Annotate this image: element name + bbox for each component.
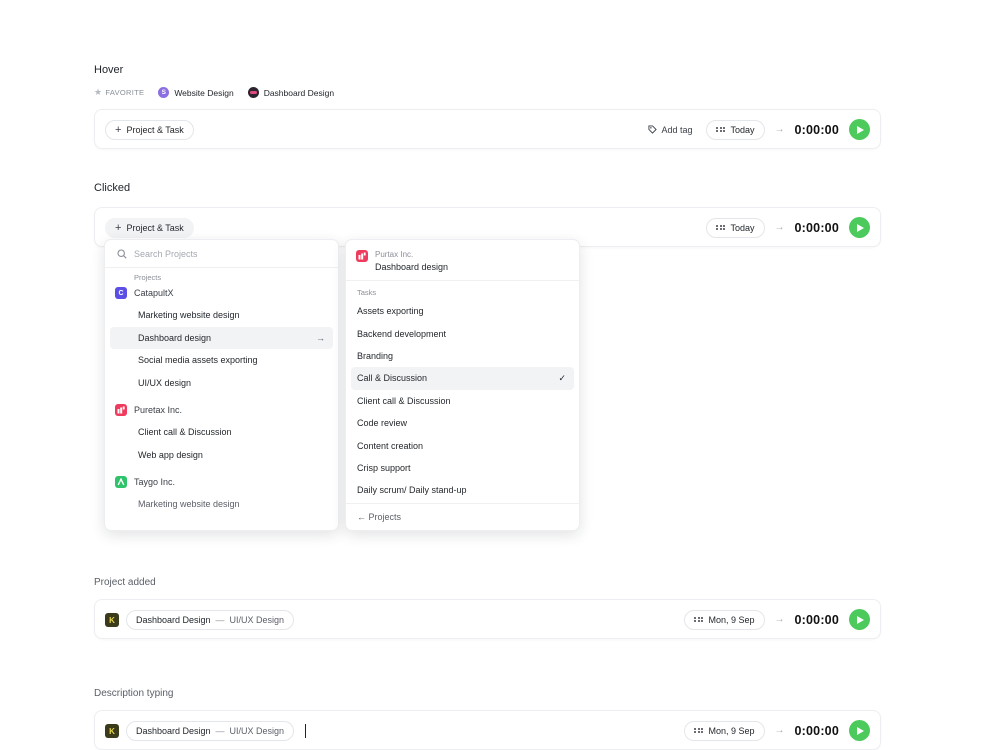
project-item[interactable]: Marketing website design xyxy=(110,493,333,516)
description-input-caret[interactable] xyxy=(305,724,307,738)
grid-dots-icon xyxy=(716,224,726,231)
task-item[interactable]: Assets exporting xyxy=(351,300,574,322)
grid-dots-icon xyxy=(694,727,704,734)
project-item[interactable]: UI/UX design xyxy=(110,372,333,395)
puretax-logo-icon xyxy=(115,404,127,416)
date-picker-button[interactable]: Today xyxy=(706,217,765,238)
star-icon: ★ xyxy=(94,87,103,97)
section-title-clicked: Clicked xyxy=(94,182,131,194)
project-chip[interactable]: Dashboard Design — UI/UX Design xyxy=(126,721,295,741)
task-item[interactable]: Branding xyxy=(351,345,574,367)
tasks-org-name: Purtax Inc. xyxy=(375,250,414,259)
timer-display: 0:00:00 xyxy=(794,723,839,738)
org-catapultx: C CatapultX xyxy=(105,282,338,304)
project-item-active[interactable]: Dashboard design → xyxy=(110,326,333,349)
tasks-dropdown: Purtax Inc. Dashboard design Tasks Asset… xyxy=(345,239,580,531)
arrow-right-icon: → xyxy=(774,614,785,625)
section-title-project-added: Project added xyxy=(94,577,156,588)
arrow-right-icon: → xyxy=(774,222,785,233)
tasks-dropdown-header: Purtax Inc. Dashboard design xyxy=(346,240,579,281)
play-button[interactable] xyxy=(849,720,870,741)
task-item[interactable]: Crisp support xyxy=(351,457,574,479)
project-badge-icon: K xyxy=(105,724,119,738)
puretax-logo-icon xyxy=(356,250,368,262)
project-item[interactable]: Web app design xyxy=(110,444,333,467)
timer-bar-hover: + Project & Task Add tag Today → 0:00:00 xyxy=(94,109,881,149)
play-button[interactable] xyxy=(849,609,870,630)
add-project-task-button[interactable]: + Project & Task xyxy=(105,218,194,238)
date-picker-button[interactable]: Mon, 9 Sep xyxy=(684,720,765,741)
favorites-bar: ★ FAVORITE S Website Design Dashboard De… xyxy=(94,87,334,98)
task-item[interactable]: Content creation xyxy=(351,434,574,456)
section-title-hover: Hover xyxy=(94,64,124,76)
back-to-projects-button[interactable]: ← Projects xyxy=(346,503,579,530)
play-button[interactable] xyxy=(849,119,870,140)
date-picker-button[interactable]: Mon, 9 Sep xyxy=(684,609,765,630)
task-item-selected[interactable]: Call & Discussion ✓ xyxy=(351,367,574,390)
search-projects[interactable]: Search Projects xyxy=(105,240,338,268)
grid-dots-icon xyxy=(694,616,704,623)
project-chip[interactable]: Dashboard Design — UI/UX Design xyxy=(126,610,295,630)
add-tag-button[interactable]: Add tag xyxy=(648,125,692,135)
arrow-right-icon: → xyxy=(316,332,325,343)
favorite-dashboard-design[interactable]: Dashboard Design xyxy=(247,87,334,98)
project-item[interactable]: Social media assets exporting xyxy=(110,349,333,372)
check-icon: ✓ xyxy=(558,372,566,383)
project-avatar-icon: S xyxy=(158,87,170,98)
task-item[interactable]: Code review xyxy=(351,412,574,434)
tasks-project-name: Dashboard design xyxy=(375,262,449,272)
plus-icon: + xyxy=(115,221,122,234)
timer-display: 0:00:00 xyxy=(794,122,839,137)
projects-dropdown: Search Projects Projects C CatapultX Mar… xyxy=(104,239,339,531)
project-item[interactable]: Marketing website design xyxy=(110,304,333,327)
date-picker-button[interactable]: Today xyxy=(706,119,765,140)
timer-display: 0:00:00 xyxy=(794,220,839,235)
favorite-label: ★ FAVORITE xyxy=(94,87,145,97)
project-avatar-icon xyxy=(247,87,259,98)
add-project-task-button[interactable]: + Project & Task xyxy=(105,120,194,140)
task-item[interactable]: Client call & Discussion xyxy=(351,390,574,412)
timer-display: 0:00:00 xyxy=(794,612,839,627)
search-icon xyxy=(117,248,127,259)
org-taygo: Taygo Inc. xyxy=(105,471,338,493)
task-item[interactable]: Backend development xyxy=(351,322,574,344)
search-input[interactable]: Search Projects xyxy=(134,249,198,259)
project-item[interactable]: Client call & Discussion xyxy=(110,421,333,444)
plus-icon: + xyxy=(115,123,122,136)
section-title-description-typing: Description typing xyxy=(94,688,174,699)
tag-icon xyxy=(648,125,658,134)
arrow-right-icon: → xyxy=(774,725,785,736)
timer-bar-description-typing: K Dashboard Design — UI/UX Design Mon, 9… xyxy=(94,710,881,750)
org-avatar-icon: C xyxy=(115,287,127,299)
taygo-logo-icon xyxy=(115,476,127,488)
projects-group-label: Projects xyxy=(134,273,162,282)
grid-dots-icon xyxy=(716,126,726,133)
timer-bar-project-added: K Dashboard Design — UI/UX Design Mon, 9… xyxy=(94,599,881,639)
arrow-right-icon: → xyxy=(774,124,785,135)
org-puretax: Puretax Inc. xyxy=(105,399,338,421)
tasks-group-label: Tasks xyxy=(357,288,377,297)
project-badge-icon: K xyxy=(105,613,119,627)
favorite-website-design[interactable]: S Website Design xyxy=(158,87,234,98)
play-button[interactable] xyxy=(849,217,870,238)
task-item[interactable]: Daily scrum/ Daily stand-up xyxy=(351,479,574,501)
